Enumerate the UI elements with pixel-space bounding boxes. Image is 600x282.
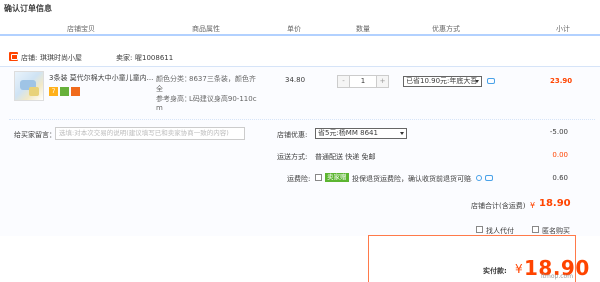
page-title: 确认订单信息 — [4, 4, 52, 13]
header-unit-price: 单价 — [287, 25, 301, 33]
height-value-cont: m — [156, 104, 163, 112]
header-discount: 优惠方式 — [432, 25, 460, 33]
insurance-checkbox[interactable] — [315, 174, 322, 181]
insurance-label: 运费险: — [287, 175, 311, 183]
quantity-stepper: - 1 + — [337, 75, 389, 88]
item-discount-value: 已省10.90元:年底大吾 — [406, 77, 478, 85]
shop-label: 店铺: — [21, 54, 38, 62]
insurance-amount: 0.60 — [552, 174, 568, 182]
payment-label: 实付款: — [483, 267, 507, 275]
color-value: 8637三条装，颜色齐 — [189, 75, 256, 83]
delivery-label: 运送方式: — [277, 153, 308, 161]
shop-total-amount: 18.90 — [539, 198, 571, 209]
qty-plus-button[interactable]: + — [376, 76, 388, 87]
color-label: 颜色分类： — [156, 75, 191, 83]
seller-name-link[interactable]: 喔1008611 — [135, 53, 173, 63]
shop-total-label: 店铺合计(含运费) — [471, 202, 526, 210]
item-subtotal: 23.90 — [550, 77, 573, 85]
shop-total-currency: ¥ — [530, 201, 536, 210]
watermark: itmop.com — [541, 273, 574, 280]
shop-discount-select[interactable]: 省5元:杨MM 8641 — [315, 128, 407, 139]
item-thumbnail[interactable] — [14, 71, 44, 101]
chevron-down-icon — [400, 132, 404, 135]
seller-label: 卖家: — [116, 54, 133, 62]
table-header: 店铺宝贝 商品属性 单价 数量 优惠方式 小计 — [0, 20, 600, 36]
delivery-method: 普通配送 快递 免邮 — [315, 153, 376, 161]
qty-minus-button[interactable]: - — [338, 76, 350, 87]
shop-name-link[interactable]: 琪琪时尚小屋 — [40, 53, 82, 63]
proxy-pay-checkbox[interactable] — [476, 226, 483, 233]
header-shop-item: 店铺宝贝 — [67, 25, 95, 33]
seller-gift-badge: 卖家赠 — [325, 173, 349, 182]
anonymous-checkbox[interactable] — [532, 226, 539, 233]
header-attributes: 商品属性 — [192, 25, 220, 33]
message-label: 给买家留言： — [14, 131, 56, 139]
shop-discount-value: 省5元:杨MM 8641 — [318, 129, 378, 137]
guarantee-icon — [60, 87, 69, 96]
shop-discount-label: 店铺优惠: — [277, 131, 308, 139]
insurance-text: 投保退货运费险，确认收货前退货可赔... — [352, 175, 472, 183]
seven-day-return-icon: 7 — [49, 87, 58, 96]
chat-icon[interactable] — [485, 175, 493, 181]
promo-icon — [71, 87, 80, 96]
payment-currency: ¥ — [515, 262, 523, 276]
header-subtotal: 小计 — [556, 25, 570, 33]
shop-discount-amount: -5.00 — [549, 128, 568, 136]
discount-info-icon[interactable] — [487, 78, 495, 84]
qty-input[interactable]: 1 — [350, 76, 376, 87]
delivery-amount: 0.00 — [552, 151, 568, 159]
item-title-link[interactable]: 3条装 莫代尔棉大中小童儿童内... — [49, 73, 153, 83]
message-input[interactable]: 选填:对本次交易的说明(建议填写已和卖家协商一致的内容) — [55, 127, 245, 140]
height-value: L码建议身高90-110c — [189, 95, 257, 103]
unit-price: 34.80 — [285, 76, 306, 84]
chevron-down-icon — [475, 80, 479, 83]
shop-icon — [9, 52, 18, 61]
info-icon[interactable] — [476, 175, 482, 181]
header-quantity: 数量 — [356, 25, 370, 33]
color-value-cont: 全 — [156, 85, 163, 93]
height-label: 参考身高： — [156, 95, 191, 103]
item-discount-select[interactable]: 已省10.90元:年底大吾 — [403, 76, 482, 87]
